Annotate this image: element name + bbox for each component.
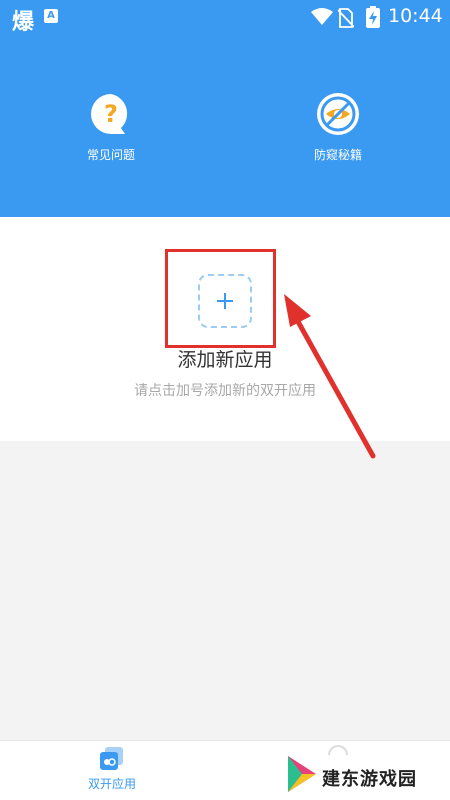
status-bar: 爆 A 10:44: [0, 0, 450, 35]
anti-peek-button[interactable]: 防窥秘籍: [278, 92, 398, 163]
wifi-icon: [311, 8, 333, 25]
battery-charging-icon: [366, 6, 380, 28]
tab-dual-apps-label: 双开应用: [87, 777, 136, 791]
app-notification-icon: 爆: [12, 10, 35, 35]
watermark-logo-icon: [288, 756, 316, 792]
faq-button[interactable]: ? 常见问题: [51, 92, 171, 163]
a-notification-icon: A: [44, 9, 58, 23]
add-app-title: 添加新应用: [177, 349, 273, 371]
watermark-text: 建东游戏园: [322, 769, 417, 790]
no-eye-icon: [317, 93, 359, 135]
question-bubble-icon: ?: [91, 94, 128, 134]
clock: 10:44: [388, 5, 443, 27]
anti-peek-label: 防窥秘籍: [313, 148, 362, 162]
header: 爆 A 10:44 ? 常见问题 防窥秘籍: [0, 0, 450, 217]
add-app-subtitle: 请点击加号添加新的双开应用: [134, 383, 316, 399]
annotation-highlight-box: [165, 249, 276, 348]
dual-apps-icon: [100, 747, 123, 770]
faq-label: 常见问题: [86, 148, 135, 162]
no-sim-icon: [338, 8, 354, 28]
svg-text:?: ?: [104, 100, 118, 128]
tab-dual-apps[interactable]: 双开应用: [72, 747, 152, 792]
watermark: 建东游戏园: [282, 752, 450, 800]
